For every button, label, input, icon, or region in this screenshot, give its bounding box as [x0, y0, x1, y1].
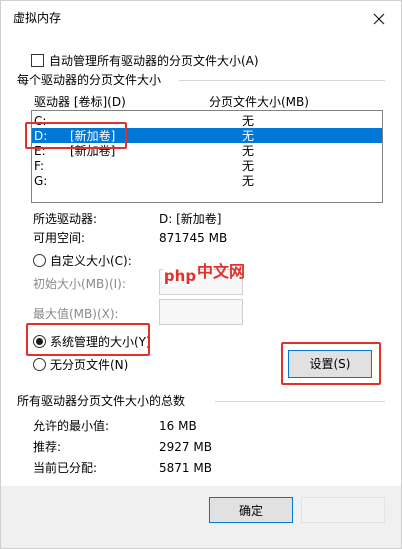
ok-button[interactable]: 确定 — [209, 497, 293, 523]
no-paging-radio[interactable] — [33, 358, 46, 371]
custom-size-option[interactable]: 自定义大小(C): — [33, 253, 173, 269]
auto-manage-label: 自动管理所有驱动器的分页文件大小(A) — [49, 54, 259, 68]
min-allowed-value: 16 MB — [159, 419, 197, 433]
auto-manage-checkbox[interactable] — [31, 54, 44, 67]
drive-column-header: 驱动器 [卷标](D) — [34, 95, 126, 109]
free-space-value: 871745 MB — [159, 231, 228, 245]
title-bar: 虚拟内存 — [1, 1, 401, 35]
window-title: 虚拟内存 — [13, 11, 62, 25]
group-divider — [215, 401, 385, 402]
drive-page-size: 无 — [242, 129, 255, 143]
watermark-badge: php — [161, 266, 199, 286]
close-button[interactable] — [367, 7, 391, 31]
custom-size-radio[interactable] — [33, 254, 46, 267]
drive-page-size: 无 — [242, 114, 255, 128]
annotation-highlight-set — [281, 342, 381, 385]
close-icon — [373, 13, 385, 25]
cancel-button-obscured[interactable] — [301, 497, 385, 523]
max-size-input[interactable] — [159, 299, 243, 325]
auto-manage-option[interactable]: 自动管理所有驱动器的分页文件大小(A) — [31, 53, 281, 69]
annotation-highlight-drive — [25, 122, 127, 149]
totals-group-label: 所有驱动器分页文件大小的总数 — [17, 394, 186, 408]
watermark-text: 中文网 — [197, 262, 246, 281]
recommended-value: 2927 MB — [159, 440, 212, 454]
currently-allocated-label: 当前已分配: — [33, 461, 98, 475]
virtual-memory-dialog: 虚拟内存 自动管理所有驱动器的分页文件大小(A) 每个驱动器的分页文件大小 驱动… — [0, 0, 402, 549]
free-space-label: 可用空间: — [33, 231, 86, 245]
max-size-label: 最大值(MB)(X): — [33, 307, 119, 321]
per-drive-group-label: 每个驱动器的分页文件大小 — [17, 73, 162, 87]
drive-page-size: 无 — [242, 174, 255, 188]
group-divider — [179, 80, 385, 81]
annotation-highlight-system — [26, 323, 150, 356]
no-paging-label: 无分页文件(N) — [50, 358, 129, 372]
selected-drive-label: 所选驱动器: — [33, 212, 98, 226]
drive-row-f[interactable]: F: 无 — [32, 158, 382, 173]
drive-letter: G: — [34, 174, 48, 188]
initial-size-label: 初始大小(MB)(I): — [33, 277, 126, 291]
selected-drive-value: D: [新加卷] — [159, 212, 222, 226]
drive-page-size: 无 — [242, 144, 255, 158]
currently-allocated-value: 5871 MB — [159, 461, 212, 475]
min-allowed-label: 允许的最小值: — [33, 419, 110, 433]
recommended-label: 推荐: — [33, 440, 62, 454]
size-column-header: 分页文件大小(MB) — [209, 95, 309, 109]
drive-letter: F: — [34, 159, 45, 173]
drive-page-size: 无 — [242, 159, 255, 173]
custom-size-label: 自定义大小(C): — [50, 254, 132, 268]
no-paging-option[interactable]: 无分页文件(N) — [33, 357, 153, 373]
drive-row-g[interactable]: G: 无 — [32, 173, 382, 188]
